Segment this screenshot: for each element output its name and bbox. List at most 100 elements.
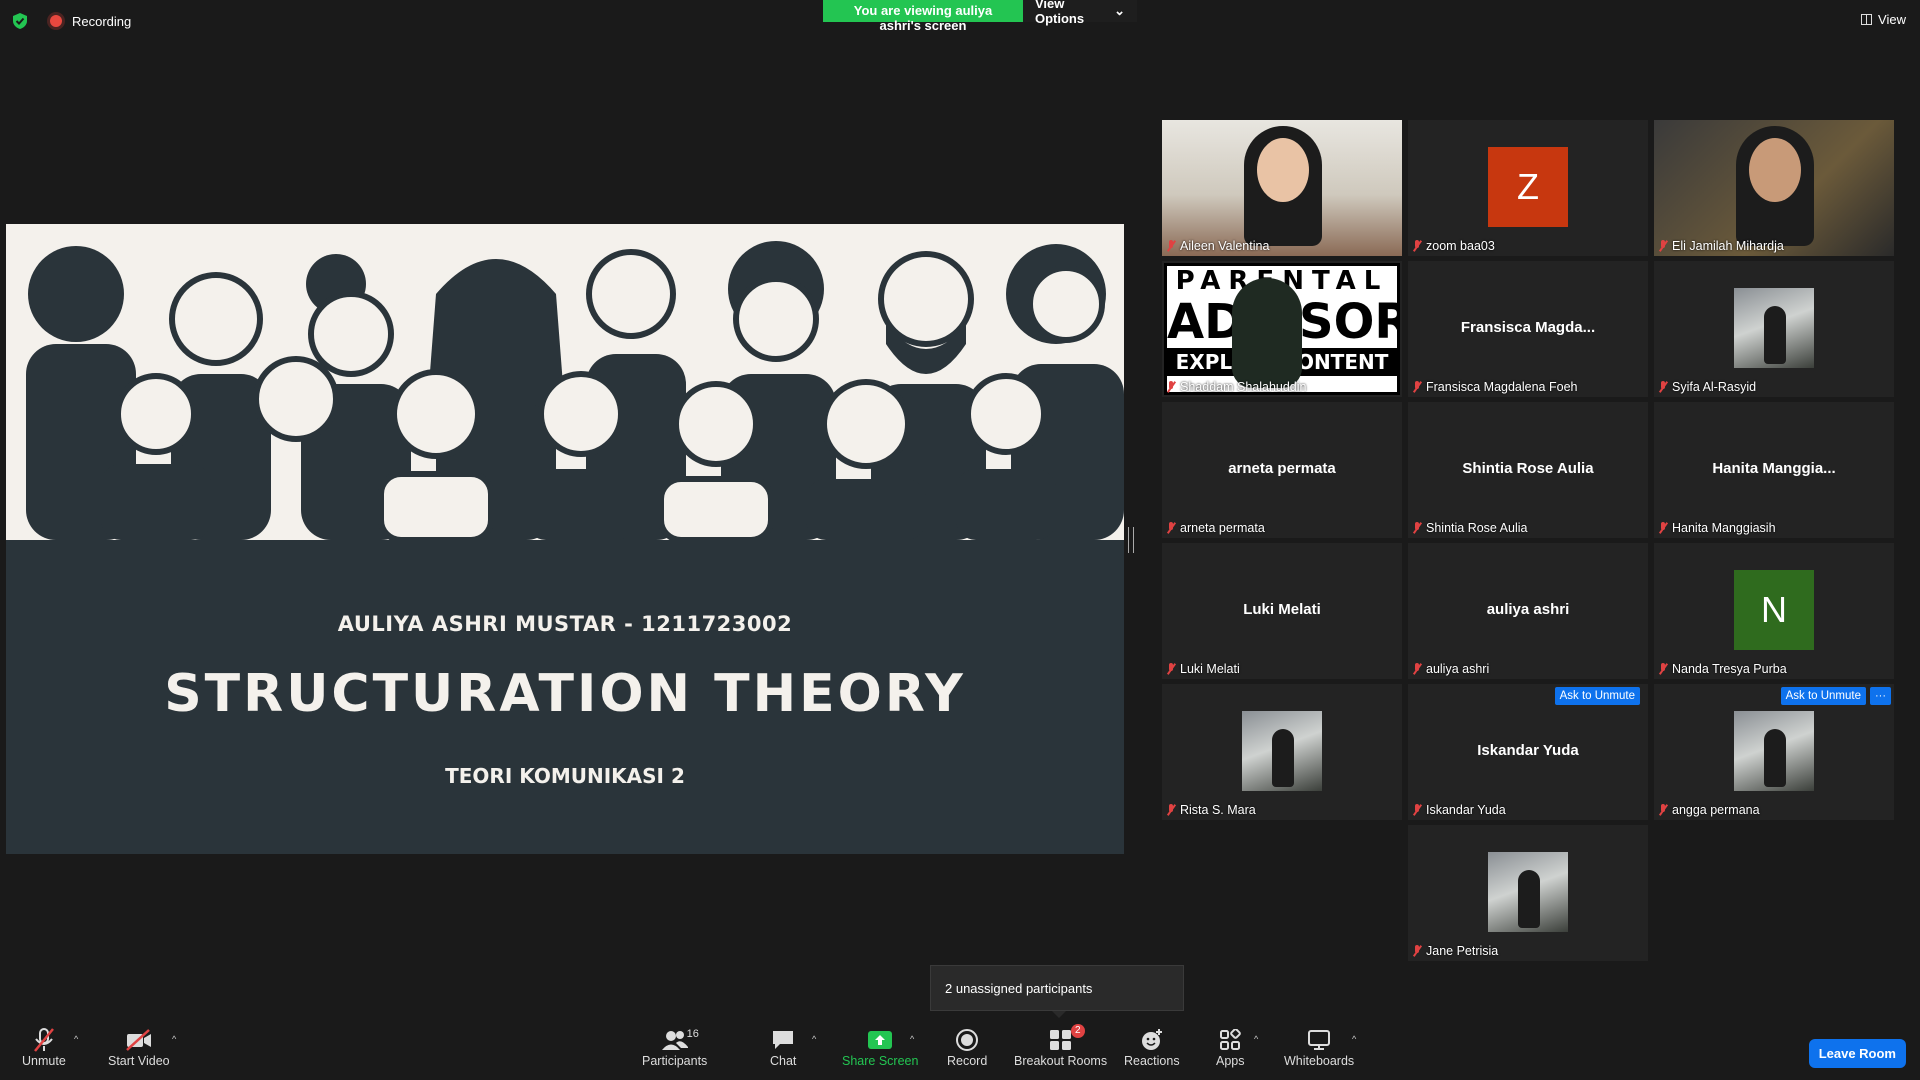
- participant-tile[interactable]: Rista S. Mara: [1162, 684, 1402, 820]
- participant-name-tag: Shintia Rose Aulia: [1412, 521, 1527, 535]
- participant-face: [1257, 138, 1309, 202]
- participant-name-tag: Hanita Manggiasih: [1658, 521, 1776, 535]
- participant-display-name: Hanita Manggia...: [1712, 460, 1836, 477]
- start-video-label: Start Video: [108, 1054, 170, 1068]
- view-options-label: View Options: [1035, 0, 1085, 26]
- participant-name-tag: Shaddam Shalahuddin: [1166, 380, 1307, 394]
- breakout-rooms-icon: [1049, 1030, 1071, 1050]
- record-icon: [956, 1029, 979, 1051]
- chat-options-caret[interactable]: ^: [812, 1034, 816, 1044]
- viewing-banner: You are viewing auliya ashri's screen Vi…: [823, 0, 1137, 33]
- leave-room-button[interactable]: Leave Room: [1808, 1039, 1906, 1068]
- more-options-button[interactable]: ···: [1870, 687, 1891, 705]
- participant-name-tag: auliya ashri: [1412, 662, 1489, 676]
- unmute-button[interactable]: Unmute: [22, 1026, 66, 1068]
- participant-name: Shaddam Shalahuddin: [1180, 380, 1307, 394]
- participant-name: Iskandar Yuda: [1426, 803, 1506, 817]
- breakout-rooms-button[interactable]: 2 Breakout Rooms: [1014, 1024, 1108, 1068]
- participant-tile[interactable]: Eli Jamilah Mihardja: [1654, 120, 1894, 256]
- profile-photo: [1242, 711, 1322, 791]
- breakout-rooms-label: Breakout Rooms: [1014, 1054, 1108, 1068]
- participant-name-tag: Nanda Tresya Purba: [1658, 662, 1787, 676]
- participant-name: Rista S. Mara: [1180, 803, 1256, 817]
- mic-muted-icon: [1412, 240, 1422, 252]
- whiteboards-button[interactable]: Whiteboards: [1284, 1026, 1354, 1068]
- participant-name-tag: Syifa Al-Rasyid: [1658, 380, 1756, 394]
- start-video-button[interactable]: Start Video: [108, 1026, 170, 1068]
- participant-name: Luki Melati: [1180, 662, 1240, 676]
- photo-figure: [1764, 306, 1786, 364]
- participant-name-tag: Iskandar Yuda: [1412, 803, 1506, 817]
- reactions-button[interactable]: Reactions: [1124, 1026, 1180, 1068]
- share-screen-label: Share Screen: [842, 1054, 919, 1068]
- share-options-caret[interactable]: ^: [910, 1034, 914, 1044]
- participant-name: Syifa Al-Rasyid: [1672, 380, 1757, 394]
- participants-button[interactable]: 16 Participants: [642, 1026, 707, 1068]
- slide-title: STRUCTURATION THEORY: [164, 664, 966, 724]
- recording-icon[interactable]: [50, 15, 62, 27]
- chat-icon: [773, 1031, 794, 1049]
- whiteboards-options-caret[interactable]: ^: [1352, 1034, 1356, 1044]
- view-options-button[interactable]: View Options ⌄: [1023, 0, 1137, 26]
- participant-tile[interactable]: Aileen Valentina: [1162, 120, 1402, 256]
- record-button[interactable]: Record: [947, 1026, 987, 1068]
- tooltip-arrow: [1052, 1011, 1066, 1018]
- meeting-toolbar: Unmute ^ Start Video ^ 16 Participants C…: [0, 1020, 1920, 1080]
- split-view-handle[interactable]: [1128, 527, 1134, 553]
- view-button[interactable]: View: [1861, 12, 1906, 27]
- apps-button[interactable]: Apps: [1216, 1026, 1245, 1068]
- share-screen-button[interactable]: Share Screen: [842, 1026, 918, 1068]
- participant-name-tag: Luki Melati: [1166, 662, 1240, 676]
- participant-display-name: Iskandar Yuda: [1477, 742, 1579, 759]
- security-shield-icon[interactable]: [12, 12, 28, 30]
- record-label: Record: [947, 1054, 988, 1068]
- participant-name-tag: Fransisca Magdalena Foeh: [1412, 380, 1577, 394]
- unmute-label: Unmute: [22, 1054, 66, 1068]
- whiteboards-label: Whiteboards: [1284, 1054, 1355, 1068]
- participant-tile[interactable]: Hanita Manggia... Hanita Manggiasih: [1654, 402, 1894, 538]
- profile-photo: [1734, 711, 1814, 791]
- participant-name: Aileen Valentina: [1180, 239, 1270, 253]
- chat-label: Chat: [770, 1054, 797, 1068]
- participant-name: auliya ashri: [1426, 662, 1490, 676]
- participant-tile[interactable]: arneta permata arneta permata: [1162, 402, 1402, 538]
- breakout-tooltip: 2 unassigned participants: [930, 965, 1184, 1011]
- participant-tile[interactable]: Syifa Al-Rasyid: [1654, 261, 1894, 397]
- participants-label: Participants: [642, 1054, 708, 1068]
- profile-photo: [1734, 288, 1814, 368]
- mic-muted-icon: [1412, 945, 1422, 957]
- apps-icon: [1220, 1029, 1242, 1050]
- view-label: View: [1878, 12, 1906, 27]
- meeting-status: Recording: [12, 12, 131, 30]
- mic-muted-icon: [1658, 522, 1668, 534]
- participant-tile[interactable]: PARENTALADVISORYEXPLICIT CONTENTShaddam …: [1162, 261, 1402, 397]
- participant-tile[interactable]: Iskandar Yuda Ask to Unmute Iskandar Yuda: [1408, 684, 1648, 820]
- view-layout-icon: [1861, 14, 1873, 25]
- participant-video: [1654, 120, 1894, 256]
- participant-tile[interactable]: Zzoom baa03: [1408, 120, 1648, 256]
- participant-tile[interactable]: Luki Melati Luki Melati: [1162, 543, 1402, 679]
- slide-author: AULIYA ASHRI MUSTAR - 1211723002: [337, 612, 793, 636]
- ask-to-unmute-button[interactable]: Ask to Unmute: [1554, 687, 1640, 705]
- participant-tile[interactable]: Ask to Unmute ··· angga permana: [1654, 684, 1894, 820]
- participant-tile[interactable]: auliya ashri auliya ashri: [1408, 543, 1648, 679]
- ask-to-unmute-button[interactable]: Ask to Unmute: [1780, 687, 1866, 705]
- chat-button[interactable]: Chat: [770, 1026, 796, 1068]
- reactions-icon: [1141, 1029, 1162, 1050]
- audio-options-caret[interactable]: ^: [74, 1034, 78, 1044]
- participant-tile[interactable]: Fransisca Magda... Fransisca Magdalena Fo…: [1408, 261, 1648, 397]
- participant-name: Eli Jamilah Mihardja: [1672, 239, 1784, 253]
- slide-course: TEORI KOMUNIKASI 2: [445, 764, 685, 788]
- mic-muted-icon: [1412, 381, 1422, 393]
- participant-display-name: Luki Melati: [1243, 601, 1321, 618]
- participant-tile[interactable]: Shintia Rose Aulia Shintia Rose Aulia: [1408, 402, 1648, 538]
- participant-tile[interactable]: N Nanda Tresya Purba: [1654, 543, 1894, 679]
- participant-tile[interactable]: Jane Petrisia: [1408, 825, 1648, 961]
- mic-muted-icon: [1658, 240, 1668, 252]
- participant-name-tag: Rista S. Mara: [1166, 803, 1256, 817]
- apps-options-caret[interactable]: ^: [1254, 1034, 1258, 1044]
- shared-screen: AULIYA ASHRI MUSTAR - 1211723002 STRUCTU…: [6, 224, 1124, 854]
- photo-figure: [1518, 870, 1540, 928]
- mic-muted-icon: [1166, 240, 1176, 252]
- video-options-caret[interactable]: ^: [172, 1034, 176, 1044]
